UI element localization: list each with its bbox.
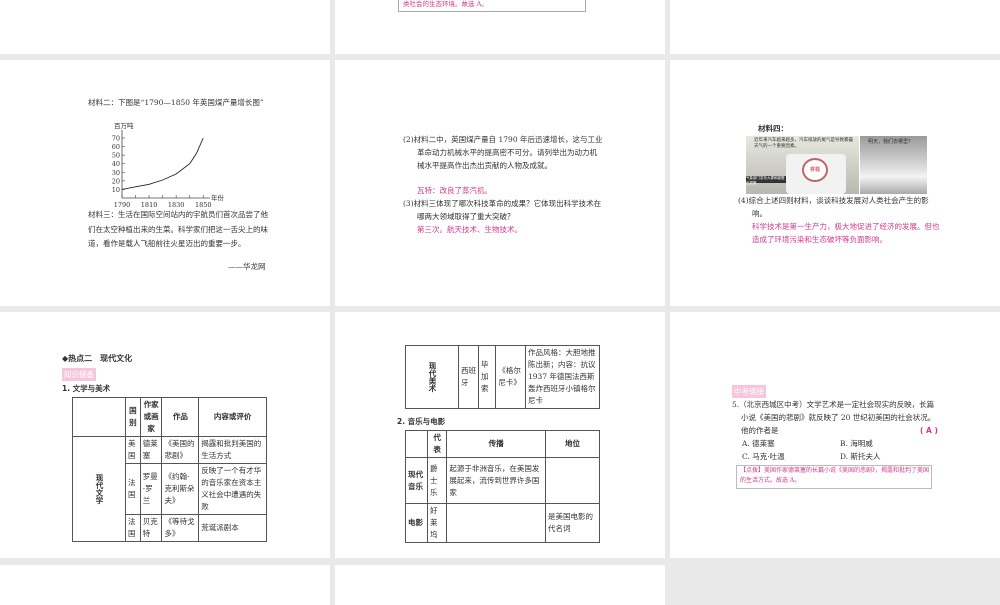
music-film-table: 代表 传播 地位 现代音乐 爵士乐 起源于非洲音乐，在美国发展起来，流传到世界许多国家 … (405, 430, 600, 543)
y-tick-label: 30 (112, 169, 120, 177)
answer-3: 第三次。航天技术、生物技术。 (417, 225, 522, 234)
y-tick-label: 50 (112, 152, 120, 160)
source: ——华龙网 (228, 262, 266, 271)
slide-11[interactable] (335, 565, 665, 605)
art-table: 现代美术 西班牙 毕加索 《格尔尼卡》 作品风格：大胆地推陈出新；内容：抗议 1937 … (405, 345, 600, 409)
header: 国别 (125, 397, 141, 437)
header: 作家或画家 (139, 397, 163, 437)
question-2: (2)材料二中，英国煤产量自 1790 年后迅速增长，这与工业革命动力机械水平的… (403, 135, 603, 170)
group-label: 现代美术 (405, 345, 459, 409)
smog-magnifier: 雾霾 (802, 158, 828, 182)
question-5: 5.（北京西城区中考）文学艺术是一定社会现实的反映，长篇小说《美国的悲剧》就反映… (732, 400, 936, 435)
smog-image-text: 近年来汽车越来越多，汽车排放的尾气是导致雾霾天气的一个重要因素。 (754, 138, 853, 149)
question-4: (4)综合上述四则材料，谈谈科技发展对人类社会产生的影响。 (738, 196, 929, 218)
coal-output-line (121, 137, 204, 190)
option-b: B. 海明威 (840, 439, 873, 448)
slide-3[interactable] (670, 0, 1000, 54)
slide-2[interactable]: 类社会的生态环境。故选 A。 (335, 0, 665, 54)
note-text: 类社会的生态环境。故选 A。 (403, 0, 488, 8)
group-label: 现代文学 (72, 436, 126, 542)
hint-text: 【点拨】美国作家德莱塞的长篇小说《美国的悲剧》，揭露和批判了美国的生活方式。故选… (740, 467, 930, 484)
slide-1[interactable] (0, 0, 330, 54)
y-axis-label: 百万吨 (114, 122, 134, 130)
y-tick-label: 40 (112, 160, 120, 168)
table-row: 现代美术 西班牙 毕加索 《格尔尼卡》 作品风格：大胆地推陈出新；内容：抗议 1937 … (405, 345, 600, 409)
smog-image: 近年来汽车越来越多，汽车排放的尾气是导致雾霾天气的一个重要因素。 气象部门发布大… (746, 136, 859, 194)
subheading-2: 2. 音乐与电影 (397, 417, 446, 426)
y-tick-label: 20 (112, 177, 120, 185)
header: 地位 (545, 430, 600, 458)
option-d: D. 斯托夫人 (840, 452, 881, 461)
table-row: 现代文学 美国 德莱塞 《美国的悲剧》 揭露和批判美国的生活方式 (72, 436, 267, 542)
subheading-1: 1. 文学与美术 (62, 384, 111, 393)
header: 代表 (426, 430, 448, 458)
hint-box: 【点拨】美国作家德莱塞的长篇小说《美国的悲剧》，揭露和批判了美国的生活方式。故选… (736, 465, 932, 489)
literature-table: 国别 作家或画家 作品 内容或评价 现代文学 美国 德莱塞 《美国的悲剧》 揭露和批判美国的生… (72, 397, 267, 542)
pollution-image-text: 明天，我们去哪里？ (868, 139, 914, 145)
header: 内容或评价 (198, 397, 267, 437)
option-a: A. 德莱塞 (742, 439, 775, 448)
header: 作品 (161, 397, 200, 437)
option-c: C. 马克·吐温 (742, 452, 785, 461)
table-row: 现代音乐 爵士乐 起源于非洲音乐，在美国发展起来，流传到世界许多国家 (405, 457, 600, 504)
slide-5[interactable]: (2)材料二中，英国煤产量自 1790 年后迅速增长，这与工业革命动力机械水平的… (335, 60, 665, 306)
material4-label: 材料四： (758, 124, 788, 133)
answer-4: 科学技术是第一生产力，极大地促进了经济的发展。但也造成了环境污染和生态破坏等负面… (752, 222, 940, 244)
slide-7[interactable]: ◆热点二 现代文化 知识储备 1. 文学与美术 国别 作家或画家 作品 内容或评价 现… (0, 312, 330, 558)
y-tick-label: 10 (112, 186, 120, 194)
knowledge-tag: 知识储备 (62, 368, 96, 381)
answer-2: 瓦特：改良了蒸汽机。 (417, 186, 492, 195)
header: 传播 (446, 430, 546, 458)
y-tick-label: 70 (112, 135, 120, 143)
answer-5: ( A ) (920, 426, 938, 435)
note-box: 类社会的生态环境。故选 A。 (398, 0, 586, 12)
pollution-image: 明天，我们去哪里？ (860, 136, 927, 194)
material3: 材料三：生活在国际空间站内的宇航员们首次品尝了他们在太空种植出来的生菜。科学家们… (88, 210, 268, 248)
question-3: (3)材料三体现了哪次科技革命的成果？它体现出科学技术在哪两大领域取得了重大突破… (403, 199, 602, 221)
coal-chart: 百万吨年份102030405060701790 1810 1830 1850 (112, 122, 225, 209)
slide-4[interactable]: 材料二：下图是“1790—1850 年英国煤产量增长图” 百万吨年份 10 20 30… (0, 60, 330, 306)
exam-link-tag: 中考链接 (732, 385, 766, 398)
slide-10[interactable] (0, 565, 330, 605)
slide-9[interactable]: 中考链接 5.（北京西城区中考）文学艺术是一定社会现实的反映，长篇小说《美国的悲… (670, 312, 1000, 558)
material2-intro: 材料二：下图是“1790—1850 年英国煤产量增长图” (88, 98, 264, 107)
x-axis-label: 年份 (211, 193, 225, 202)
table-row: 电影 好莱坞 是美国电影的代名词 (405, 503, 600, 543)
slide-6[interactable]: 材料四： 近年来汽车越来越多，汽车排放的尾气是导致雾霾天气的一个重要因素。 气象… (670, 60, 1000, 306)
slide-8[interactable]: 现代美术 西班牙 毕加索 《格尔尼卡》 作品风格：大胆地推陈出新；内容：抗议 1937 … (335, 312, 665, 558)
smog-image-caption: 气象部门发布大雾和霾橙色预警 (746, 176, 786, 185)
section-heading: ◆热点二 现代文化 (62, 354, 133, 363)
y-tick-label: 60 (112, 143, 120, 151)
